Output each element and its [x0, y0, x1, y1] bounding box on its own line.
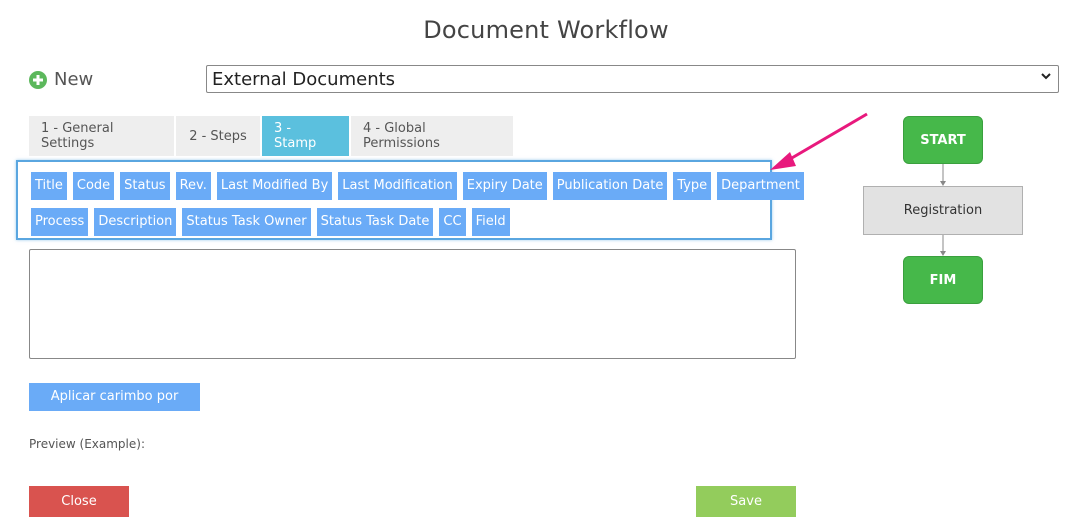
field-button-cc[interactable]: CC: [439, 208, 466, 236]
save-button[interactable]: Save: [696, 486, 796, 517]
tab-steps[interactable]: 2 - Steps: [176, 116, 260, 156]
plus-circle-icon: [29, 70, 47, 89]
workflow-select-value: External Documents: [212, 68, 396, 90]
flow-node-end[interactable]: FIM: [903, 256, 983, 304]
tab-bar: 1 - General Settings 2 - Steps 3 - Stamp…: [29, 116, 515, 156]
highlight-arrowhead: [770, 152, 796, 170]
field-button-last-modification[interactable]: Last Modification: [338, 172, 457, 200]
field-button-description[interactable]: Description: [94, 208, 177, 236]
stamp-fields-row-2: Process Description Status Task Owner St…: [31, 208, 510, 236]
chevron-down-icon: [1040, 70, 1052, 85]
highlight-arrow: [784, 112, 868, 164]
new-button[interactable]: New: [29, 69, 93, 90]
apply-default-stamp-button[interactable]: Aplicar carimbo por defeito: [29, 383, 200, 432]
stamp-fields-row-1: Title Code Status Rev. Last Modified By …: [31, 172, 804, 200]
field-button-last-modified-by[interactable]: Last Modified By: [216, 172, 333, 200]
field-button-title[interactable]: Title: [31, 172, 67, 200]
field-button-code[interactable]: Code: [72, 172, 115, 200]
close-button[interactable]: Close: [29, 486, 129, 517]
field-button-rev[interactable]: Rev.: [175, 172, 211, 200]
stamp-textarea[interactable]: [29, 249, 796, 359]
page-title: Document Workflow: [423, 16, 669, 44]
preview-label: Preview (Example):: [29, 437, 145, 451]
workflow-select[interactable]: External Documents: [206, 65, 1059, 93]
field-button-process[interactable]: Process: [31, 208, 89, 236]
flow-node-start[interactable]: START: [903, 116, 983, 164]
field-button-publication-date[interactable]: Publication Date: [552, 172, 668, 200]
tab-general-settings[interactable]: 1 - General Settings: [29, 116, 174, 156]
tab-global-permissions[interactable]: 4 - Global Permissions: [351, 116, 513, 156]
field-button-status[interactable]: Status: [120, 172, 170, 200]
field-button-status-task-date[interactable]: Status Task Date: [316, 208, 434, 236]
flow-node-registration[interactable]: Registration: [863, 186, 1023, 235]
field-button-status-task-owner[interactable]: Status Task Owner: [182, 208, 311, 236]
field-button-field[interactable]: Field: [471, 208, 510, 236]
field-button-type[interactable]: Type: [673, 172, 712, 200]
new-button-label: New: [54, 69, 94, 90]
stamp-fields-panel: Title Code Status Rev. Last Modified By …: [16, 160, 804, 240]
field-button-expiry-date[interactable]: Expiry Date: [462, 172, 547, 200]
field-button-department[interactable]: Department: [717, 172, 804, 200]
tab-stamp[interactable]: 3 - Stamp: [262, 116, 349, 156]
